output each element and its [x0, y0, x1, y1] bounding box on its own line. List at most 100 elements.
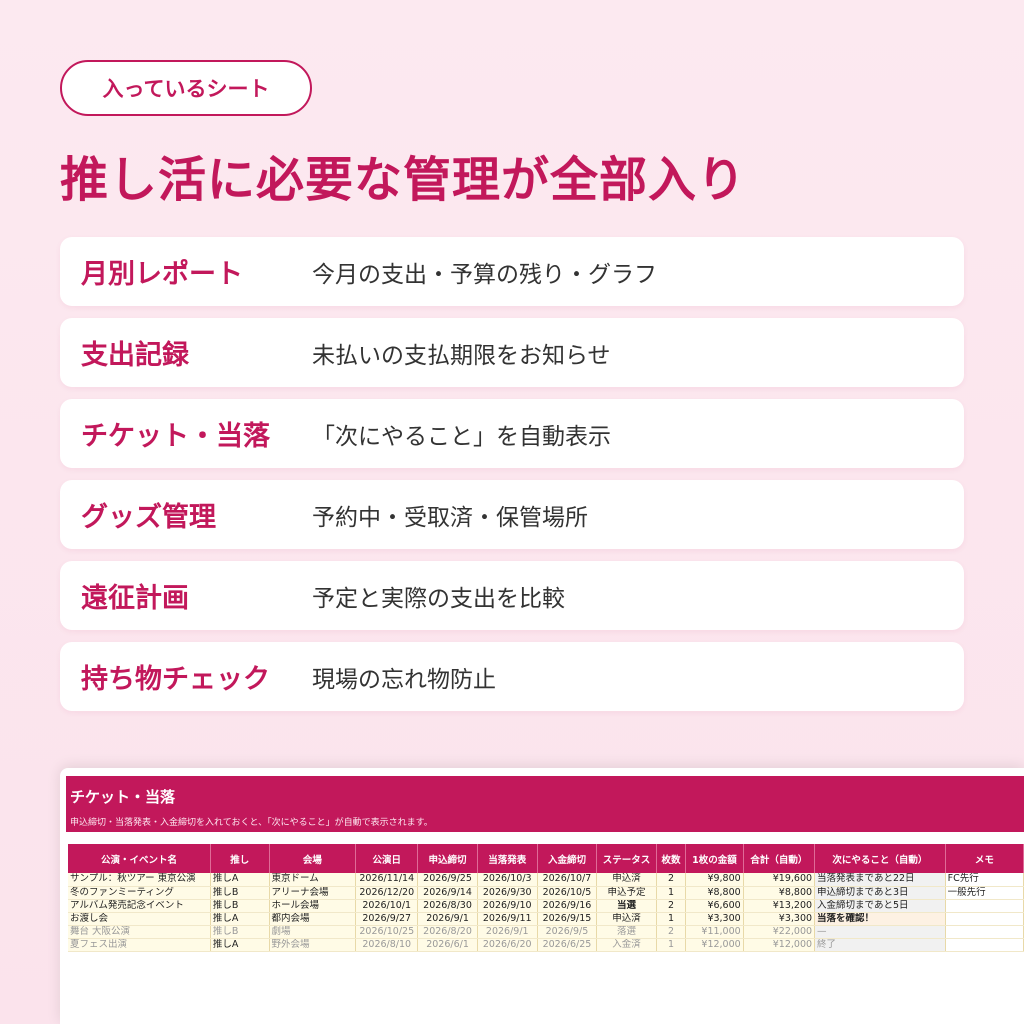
feature-description: 予定と実際の支出を比較: [312, 585, 565, 612]
cell-total[interactable]: ¥8,800: [743, 886, 816, 900]
cell-apply-deadline[interactable]: 2026/8/30: [417, 899, 478, 913]
column-header[interactable]: 公演・イベント名: [68, 844, 211, 873]
cell-quantity[interactable]: 1: [656, 938, 687, 952]
feature-card-monthly-report: 月別レポート 今月の支出・予算の残り・グラフ: [60, 237, 964, 306]
cell-payment-deadline[interactable]: 2026/9/16: [537, 899, 598, 913]
column-header[interactable]: ステータス: [596, 844, 657, 873]
cell-next-action[interactable]: 終了: [814, 938, 946, 952]
feature-name: 支出記録: [81, 340, 189, 371]
cell-result-date[interactable]: 2026/9/11: [477, 912, 538, 926]
cell-status[interactable]: 入金済: [596, 938, 657, 952]
cell-payment-deadline[interactable]: 2026/9/5: [537, 925, 598, 939]
cell-oshi[interactable]: 推しB: [210, 886, 270, 900]
cell-total[interactable]: ¥12,000: [743, 938, 816, 952]
cell-memo[interactable]: [945, 938, 1024, 952]
cell-quantity[interactable]: 2: [656, 873, 687, 887]
cell-result-date[interactable]: 2026/10/3: [477, 873, 538, 887]
cell-oshi[interactable]: 推しB: [210, 899, 270, 913]
cell-payment-deadline[interactable]: 2026/6/25: [537, 938, 598, 952]
cell-next-action[interactable]: —: [814, 925, 946, 939]
column-header[interactable]: 入金締切: [537, 844, 598, 873]
cell-status[interactable]: 申込済: [596, 873, 657, 887]
table-row: お渡し会 推しA 都内会場 2026/9/27 2026/9/1 2026/9/…: [68, 912, 1024, 926]
cell-oshi[interactable]: 推しB: [210, 925, 270, 939]
cell-event[interactable]: サンプル：秋ツアー 東京公演: [68, 873, 211, 887]
cell-date[interactable]: 2026/10/1: [355, 899, 419, 913]
cell-oshi[interactable]: 推しA: [210, 938, 270, 952]
cell-venue[interactable]: ホール会場: [269, 899, 357, 913]
cell-date[interactable]: 2026/8/10: [355, 938, 419, 952]
cell-venue[interactable]: 東京ドーム: [269, 873, 357, 887]
cell-status[interactable]: 申込済: [596, 912, 657, 926]
cell-quantity[interactable]: 1: [656, 912, 687, 926]
cell-quantity[interactable]: 1: [656, 886, 687, 900]
column-header[interactable]: メモ: [945, 844, 1024, 873]
cell-memo[interactable]: [945, 899, 1024, 913]
cell-next-action[interactable]: 当落発表まであと22日: [814, 873, 946, 887]
column-header[interactable]: 次にやること（自動）: [814, 844, 946, 873]
cell-apply-deadline[interactable]: 2026/9/1: [417, 912, 478, 926]
cell-status[interactable]: 当選: [596, 899, 657, 913]
cell-unit-price[interactable]: ¥3,300: [685, 912, 744, 926]
cell-venue[interactable]: 都内会場: [269, 912, 357, 926]
cell-result-date[interactable]: 2026/6/20: [477, 938, 538, 952]
feature-description: 予約中・受取済・保管場所: [312, 504, 588, 531]
cell-event[interactable]: 舞台 大阪公演: [68, 925, 211, 939]
cell-date[interactable]: 2026/10/25: [355, 925, 419, 939]
cell-payment-deadline[interactable]: 2026/10/7: [537, 873, 598, 887]
column-header[interactable]: 推し: [210, 844, 270, 873]
cell-payment-deadline[interactable]: 2026/9/15: [537, 912, 598, 926]
table-row: 冬のファンミーティング 推しB アリーナ会場 2026/12/20 2026/9…: [68, 886, 1024, 900]
cell-unit-price[interactable]: ¥12,000: [685, 938, 744, 952]
cell-date[interactable]: 2026/11/14: [355, 873, 419, 887]
cell-unit-price[interactable]: ¥8,800: [685, 886, 744, 900]
cell-unit-price[interactable]: ¥9,800: [685, 873, 744, 887]
cell-result-date[interactable]: 2026/9/30: [477, 886, 538, 900]
cell-next-action[interactable]: 申込締切まであと3日: [814, 886, 946, 900]
cell-apply-deadline[interactable]: 2026/8/20: [417, 925, 478, 939]
cell-result-date[interactable]: 2026/9/1: [477, 925, 538, 939]
column-header[interactable]: 会場: [269, 844, 357, 873]
column-header[interactable]: 1枚の金額: [685, 844, 744, 873]
cell-date[interactable]: 2026/12/20: [355, 886, 419, 900]
cell-event[interactable]: お渡し会: [68, 912, 211, 926]
cell-memo[interactable]: 一般先行: [945, 886, 1024, 900]
cell-total[interactable]: ¥22,000: [743, 925, 816, 939]
cell-payment-deadline[interactable]: 2026/10/5: [537, 886, 598, 900]
cell-memo[interactable]: [945, 912, 1024, 926]
column-header[interactable]: 申込締切: [417, 844, 478, 873]
cell-apply-deadline[interactable]: 2026/9/14: [417, 886, 478, 900]
cell-quantity[interactable]: 2: [656, 899, 687, 913]
cell-total[interactable]: ¥19,600: [743, 873, 816, 887]
column-header[interactable]: 合計（自動）: [743, 844, 816, 873]
cell-status[interactable]: 落選: [596, 925, 657, 939]
cell-next-action[interactable]: 入金締切まであと5日: [814, 899, 946, 913]
cell-total[interactable]: ¥13,200: [743, 899, 816, 913]
cell-next-action[interactable]: 当落を確認！: [814, 912, 946, 926]
cell-venue[interactable]: アリーナ会場: [269, 886, 357, 900]
column-header[interactable]: 当落発表: [477, 844, 538, 873]
sheet-note: 申込締切・当落発表・入金締切を入れておくと、「次にやること」が自動で表示されます…: [66, 812, 1024, 832]
feature-description: 現場の忘れ物防止: [312, 666, 496, 693]
cell-total[interactable]: ¥3,300: [743, 912, 816, 926]
column-header[interactable]: 枚数: [656, 844, 687, 873]
column-header[interactable]: 公演日: [355, 844, 419, 873]
cell-apply-deadline[interactable]: 2026/6/1: [417, 938, 478, 952]
feature-list: 月別レポート 今月の支出・予算の残り・グラフ 支出記録 未払いの支払期限をお知ら…: [60, 237, 964, 723]
cell-oshi[interactable]: 推しA: [210, 873, 270, 887]
cell-event[interactable]: 夏フェス出演: [68, 938, 211, 952]
cell-venue[interactable]: 野外会場: [269, 938, 357, 952]
cell-status[interactable]: 申込予定: [596, 886, 657, 900]
cell-unit-price[interactable]: ¥11,000: [685, 925, 744, 939]
cell-result-date[interactable]: 2026/9/10: [477, 899, 538, 913]
cell-event[interactable]: 冬のファンミーティング: [68, 886, 211, 900]
cell-apply-deadline[interactable]: 2026/9/25: [417, 873, 478, 887]
cell-quantity[interactable]: 2: [656, 925, 687, 939]
cell-venue[interactable]: 劇場: [269, 925, 357, 939]
cell-memo[interactable]: FC先行: [945, 873, 1024, 887]
cell-date[interactable]: 2026/9/27: [355, 912, 419, 926]
cell-unit-price[interactable]: ¥6,600: [685, 899, 744, 913]
cell-event[interactable]: アルバム発売記念イベント: [68, 899, 211, 913]
cell-oshi[interactable]: 推しA: [210, 912, 270, 926]
cell-memo[interactable]: [945, 925, 1024, 939]
